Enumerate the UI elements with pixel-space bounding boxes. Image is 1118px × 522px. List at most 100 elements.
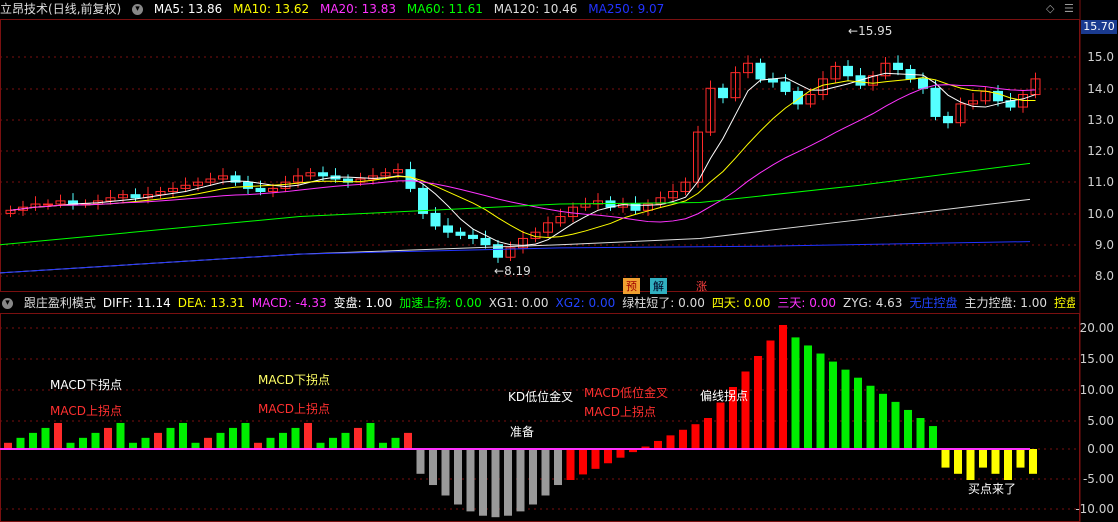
indicator-histogram-bar [404, 432, 412, 449]
indicator-panel-frame [0, 313, 1080, 522]
indicator-histogram-bar [154, 432, 162, 449]
macd-up-turn-label: MACD上拐点 [258, 402, 330, 416]
indicator-tick: 0.00 [1087, 442, 1114, 456]
indicator-histogram-bar [291, 427, 300, 449]
candle-body [443, 225, 453, 233]
price-panel-frame [0, 19, 1080, 292]
indicator-histogram-bar [879, 393, 887, 449]
candle-body [893, 62, 903, 71]
indicator-histogram-bar [741, 371, 750, 449]
indicator-histogram-bar [966, 449, 975, 480]
indicator-histogram-bar [29, 432, 37, 449]
indicator-histogram-bar [679, 429, 687, 449]
candle-body [755, 62, 766, 80]
candle-body [455, 231, 466, 236]
indicator-histogram-bar [791, 337, 800, 449]
candle-body [418, 187, 428, 214]
ma20-line [10, 84, 1036, 223]
indicator-histogram-bar [391, 437, 400, 449]
candle-body [255, 187, 266, 193]
indicator-histogram-bar [79, 437, 87, 449]
indicator-histogram-bar [804, 345, 812, 449]
prepare-label: 准备 [510, 425, 535, 439]
indicator-histogram-bar [916, 418, 925, 449]
indicator-histogram-bar [704, 418, 712, 449]
indicator-histogram-bar [941, 449, 950, 468]
indicator-histogram-bar [441, 449, 450, 496]
indicator-histogram-bar [666, 435, 675, 449]
indicator-histogram-bar [854, 377, 862, 449]
indicator-histogram-bar [304, 422, 312, 449]
macd-up-turn-label: MACD上拐点 [50, 404, 122, 418]
candle-body [780, 81, 791, 92]
indicator-histogram-bar [491, 449, 500, 518]
ma60-line [0, 162, 1031, 246]
indicator-histogram-bar [16, 437, 25, 449]
indicator-histogram-bar [466, 449, 475, 512]
indicator-histogram-bar [779, 325, 787, 449]
indicator-histogram-bar [691, 424, 700, 449]
indicator-histogram-bar [54, 422, 62, 449]
stock-chart-window: 立昂技术(日线,前复权) ▾ MA5: 13.86 MA10: 13.62 MA… [0, 0, 1118, 522]
indicator-histogram-bar [479, 449, 487, 516]
indicator-tick: -5.00 [1082, 472, 1114, 486]
indicator-histogram-bar [866, 385, 875, 449]
candle-body [468, 234, 478, 239]
macd-down-turn-label: MACD下拐点 [258, 373, 330, 387]
indicator-tick: -10.00 [1075, 502, 1114, 516]
indicator-histogram-bar [829, 361, 837, 449]
indicator-axis: 20.00 15.00 10.00 5.00 0.00 -5.00 -10.00 [1075, 0, 1118, 522]
candle-body [318, 172, 328, 177]
indicator-histogram-bar [241, 422, 250, 449]
high-price-label: ←15.95 [848, 24, 893, 38]
indicator-histogram-bar [216, 432, 225, 449]
indicator-histogram-bar [416, 449, 425, 474]
indicator-histogram-bar [229, 427, 237, 449]
indicator-tick: 5.00 [1087, 414, 1114, 428]
indicator-histogram-bar [954, 449, 962, 474]
indicator-histogram-bar [1004, 449, 1012, 480]
indicator-tick: 10.00 [1079, 383, 1114, 397]
indicator-histogram-bar [354, 427, 362, 449]
candle-body [43, 203, 53, 206]
macd-low-cross-label: MACD低位金叉 [584, 386, 668, 400]
indicator-histogram-bar [329, 437, 337, 449]
candle-body [430, 212, 441, 227]
indicator-histogram-bar [341, 432, 350, 449]
candlestick-chart[interactable] [0, 0, 1118, 522]
indicator-histogram-bar [504, 449, 512, 516]
indicator-histogram-bar [166, 427, 175, 449]
signal-jie: 解 [650, 278, 667, 294]
indicator-histogram-bar [91, 432, 100, 449]
indicator-histogram-bar [716, 402, 725, 449]
indicator-histogram-bar [754, 356, 762, 449]
indicator-histogram-bar [766, 340, 775, 449]
indicator-histogram-bar [604, 449, 612, 464]
indicator-histogram-bar [841, 369, 850, 449]
indicator-histogram-bar [979, 449, 987, 468]
indicator-histogram-bar [204, 437, 212, 449]
indicator-histogram-bar [454, 449, 462, 505]
indicator-histogram-bar [41, 427, 50, 449]
indicator-histogram-bar [529, 449, 537, 505]
indicator-histogram-bar [541, 449, 550, 496]
indicator-histogram-bar [591, 449, 600, 469]
indicator-tick: 20.00 [1079, 321, 1114, 335]
indicator-histogram-bar [266, 437, 275, 449]
buy-point-label: 买点来了 [968, 482, 1017, 496]
candle-body [930, 87, 941, 117]
indicator-histogram-bar [816, 353, 825, 449]
indicator-histogram-bar [929, 426, 937, 449]
indicator-histogram-bar [904, 409, 912, 449]
low-price-label: ←8.19 [494, 264, 531, 278]
indicator-histogram-bar [566, 449, 575, 480]
kd-low-cross-label: KD低位金叉 [508, 390, 574, 404]
signal-zhang: 涨 [696, 280, 707, 293]
indicator-histogram-bar [579, 449, 587, 475]
candle-body [480, 237, 491, 246]
candle-body [130, 194, 141, 199]
macd-up-turn-label: MACD上拐点 [584, 405, 656, 419]
indicator-histogram-bar [554, 449, 562, 486]
indicator-histogram-bar [991, 449, 1000, 474]
indicator-histogram-bar [279, 432, 287, 449]
